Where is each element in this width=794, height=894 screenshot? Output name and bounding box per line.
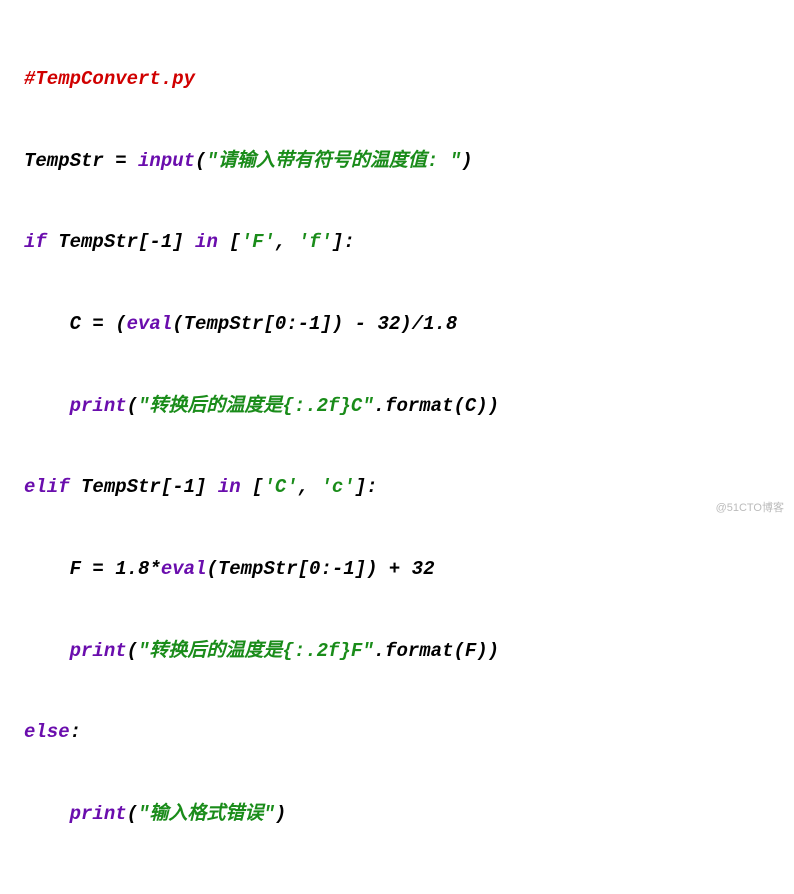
string-F-upper: 'F' [241,231,275,253]
code-line-3: if TempStr[-1] in ['F', 'f']: [24,222,770,263]
code-line-9: else: [24,712,770,753]
paren-open: ( [195,150,206,172]
keyword-if: if [24,231,47,253]
indent [24,395,70,417]
format-call-f: .format(F)) [374,640,499,662]
paren-open: ( [127,395,138,417]
string-output-c: "转换后的温度是{:.2f}C" [138,395,374,417]
format-call-c: .format(C)) [374,395,499,417]
keyword-in: in [218,476,241,498]
builtin-eval: eval [127,313,173,335]
paren-close: ) [461,150,472,172]
code-line-5: print("转换后的温度是{:.2f}C".format(C)) [24,386,770,427]
code-line-10: print("输入格式错误") [24,794,770,835]
builtin-print: print [70,640,127,662]
expr-tempstr-index: TempStr[-1] [70,476,218,498]
builtin-print: print [70,803,127,825]
string-output-f: "转换后的温度是{:.2f}F" [138,640,374,662]
paren-open: ( [127,640,138,662]
string-C-upper: 'C' [263,476,297,498]
assign-c: C = ( [24,313,127,335]
bracket-close-colon: ]: [332,231,355,253]
builtin-eval: eval [161,558,207,580]
expr-f-to-c: (TempStr[0:-1]) - 32)/1.8 [172,313,457,335]
keyword-elif: elif [24,476,70,498]
assign-f: F = 1.8* [24,558,161,580]
code-line-1: #TempConvert.py [24,59,770,100]
indent [24,803,70,825]
builtin-input: input [138,150,195,172]
bracket-open: [ [218,231,241,253]
paren-close: ) [275,803,286,825]
keyword-in: in [195,231,218,253]
paren-open: ( [127,803,138,825]
code-line-6: elif TempStr[-1] in ['C', 'c']: [24,467,770,508]
comma: , [298,476,321,498]
string-c-lower: 'c' [321,476,355,498]
colon: : [70,721,81,743]
expr-tempstr-index: TempStr[-1] [47,231,195,253]
indent [24,640,70,662]
code-line-4: C = (eval(TempStr[0:-1]) - 32)/1.8 [24,304,770,345]
string-input-prompt: "请输入带有符号的温度值: " [206,150,461,172]
comment-filename: #TempConvert.py [24,68,195,90]
bracket-close-colon: ]: [355,476,378,498]
string-f-lower: 'f' [298,231,332,253]
code-line-8: print("转换后的温度是{:.2f}F".format(F)) [24,631,770,672]
keyword-else: else [24,721,70,743]
assign-tempstr: TempStr = [24,150,138,172]
bracket-open: [ [241,476,264,498]
code-line-7: F = 1.8*eval(TempStr[0:-1]) + 32 [24,549,770,590]
builtin-print: print [70,395,127,417]
watermark: @51CTO博客 [716,497,784,521]
expr-c-to-f: (TempStr[0:-1]) + 32 [206,558,434,580]
string-error: "输入格式错误" [138,803,275,825]
code-line-2: TempStr = input("请输入带有符号的温度值: ") [24,141,770,182]
python-code-block: #TempConvert.py TempStr = input("请输入带有符号… [24,18,770,876]
comma: , [275,231,298,253]
